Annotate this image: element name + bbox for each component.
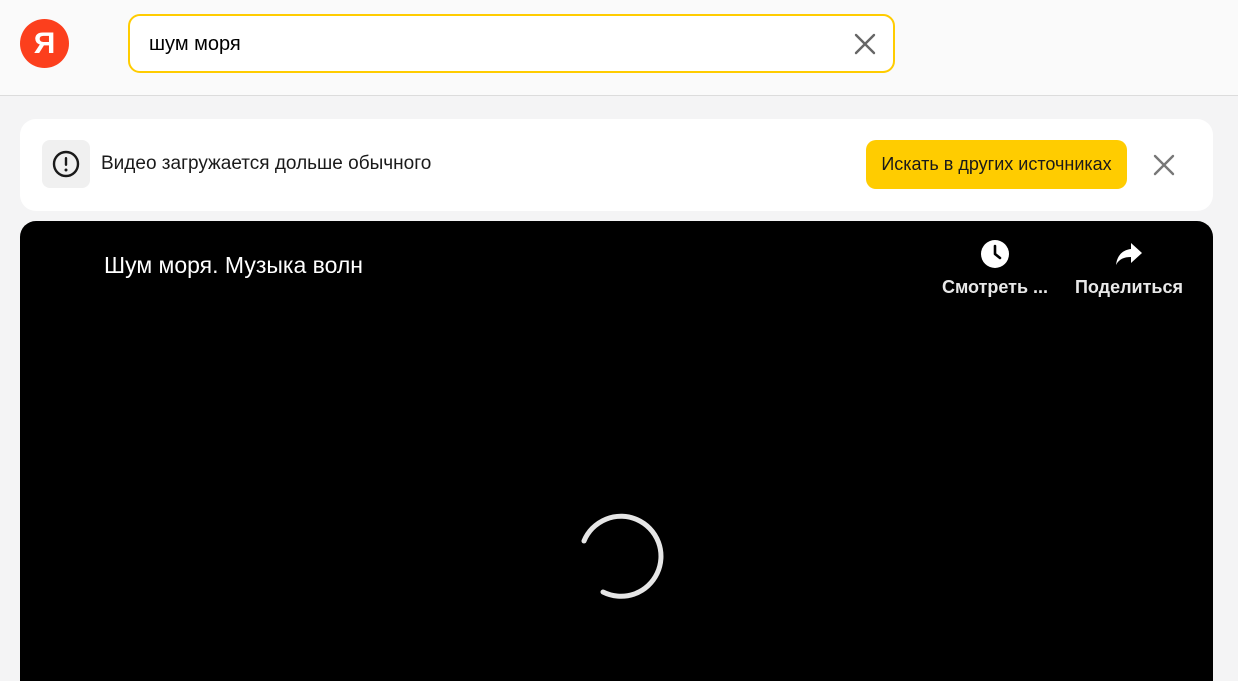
close-banner-icon[interactable] (1151, 152, 1177, 178)
share-label: Поделиться (1074, 277, 1184, 297)
search-other-sources-button[interactable]: Искать в других источниках (866, 140, 1127, 189)
search-input[interactable] (149, 29, 829, 59)
banner-message: Видео загружается дольше обычного (101, 153, 432, 174)
share-button[interactable]: Поделиться (1074, 239, 1184, 298)
clock-icon (981, 240, 1009, 268)
exclamation-icon (52, 150, 80, 178)
search-box (128, 14, 895, 73)
header: Я (0, 0, 1238, 96)
share-icon (1116, 243, 1142, 265)
logo-letter: Я (33, 26, 56, 60)
warning-icon-box (42, 140, 90, 188)
video-title: Шум моря. Музыка волн (104, 252, 364, 278)
yandex-logo[interactable]: Я (20, 19, 69, 68)
video-player[interactable]: Шум моря. Музыка волн Смотреть ... Подел… (20, 221, 1213, 681)
watch-later-button[interactable]: Смотреть ... (941, 239, 1049, 298)
loading-spinner-icon (581, 513, 664, 599)
slow-loading-banner: Видео загружается дольше обычного Искать… (20, 119, 1213, 211)
watch-later-label: Смотреть ... (941, 277, 1049, 297)
clear-search-icon[interactable] (852, 31, 878, 57)
